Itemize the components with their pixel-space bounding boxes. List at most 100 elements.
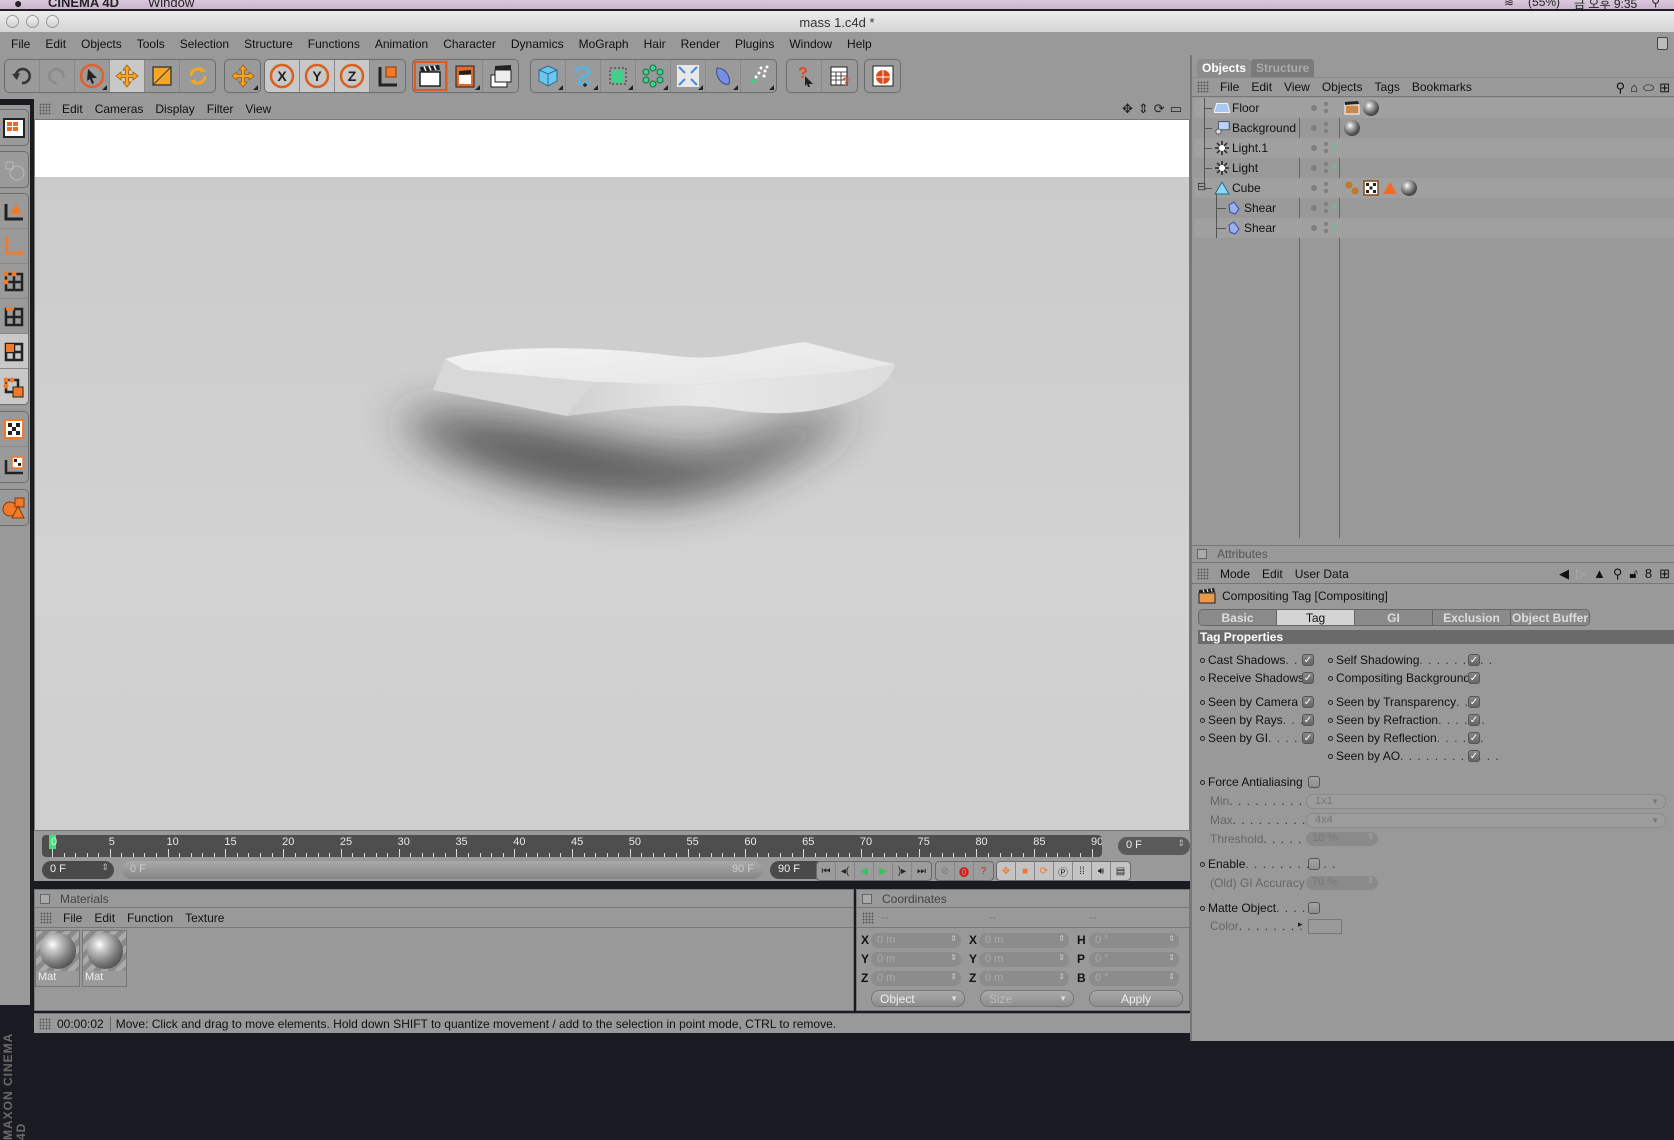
spin-arrows-icon[interactable]: ⇕ xyxy=(1058,972,1065,981)
min-frame-field[interactable]: 0 F ⇕ xyxy=(42,861,114,879)
dolly-icon[interactable]: ⇕ xyxy=(1138,101,1149,117)
animation-bullet-icon[interactable] xyxy=(1200,699,1205,705)
view-toggle-icon[interactable]: ⬭ xyxy=(1643,80,1654,96)
rotation-h-field[interactable]: 0 ° ⇕ xyxy=(1089,932,1179,948)
play-forwards-button[interactable]: ▶ xyxy=(874,862,893,880)
editor-visibility-dot[interactable] xyxy=(1324,142,1328,146)
seen-by-transparency-checkbox[interactable]: ✓ xyxy=(1468,696,1480,708)
autokey-button[interactable]: ⊘ xyxy=(936,862,955,880)
render-visibility-dot[interactable] xyxy=(1324,149,1328,153)
attributes-menu-user-data[interactable]: User Data xyxy=(1290,567,1356,581)
apply-button[interactable]: Apply xyxy=(1089,990,1183,1007)
coordinate-system-button[interactable] xyxy=(370,60,405,92)
animation-bullet-icon[interactable] xyxy=(1200,861,1205,867)
size-z-field[interactable]: 0 m ⇕ xyxy=(979,970,1069,986)
spotlight-icon[interactable]: ⚲ xyxy=(1651,0,1660,9)
layer-dot-icon[interactable] xyxy=(1311,105,1317,111)
go-to-start-button[interactable]: ⏮ xyxy=(817,862,836,880)
animation-bullet-icon[interactable] xyxy=(1328,717,1333,723)
animation-bullet-icon[interactable] xyxy=(1200,657,1205,663)
viewport-menu-edit[interactable]: Edit xyxy=(57,102,90,116)
lock-icon[interactable]: 🔓︎ xyxy=(1629,566,1637,582)
animation-bullet-icon[interactable] xyxy=(1328,657,1333,663)
timeline-ruler[interactable]: 0 5 10 15 20 25 30 35 40 45 50 55 60 65 70 75 80 85 90 xyxy=(42,835,1102,857)
link-icon[interactable]: 8 xyxy=(1645,566,1652,582)
layer-dot-icon[interactable] xyxy=(1311,185,1317,191)
object-name[interactable]: Cube xyxy=(1232,181,1261,195)
tab-objects[interactable]: Objects xyxy=(1197,59,1252,77)
add-deformer-button[interactable] xyxy=(671,60,706,92)
object-name[interactable]: Background xyxy=(1232,121,1296,135)
menu-selection[interactable]: Selection xyxy=(172,33,236,55)
back-icon[interactable]: ◀ xyxy=(1559,566,1569,582)
spin-arrows-icon[interactable]: ⇕ xyxy=(1168,953,1175,962)
wifi-icon[interactable]: ≋ xyxy=(1504,0,1514,9)
preview-range-slider[interactable]: 0 F 90 F xyxy=(122,861,762,879)
apple-icon[interactable]: ● xyxy=(14,0,22,9)
play-backwards-button[interactable]: ◀ xyxy=(855,862,874,880)
battery-level[interactable]: (55%) xyxy=(1528,0,1560,9)
add-array-button[interactable] xyxy=(636,60,671,92)
drag-grip-icon[interactable] xyxy=(862,911,874,924)
menu-tools[interactable]: Tools xyxy=(129,33,172,55)
self-shadowing-checkbox[interactable]: ✓ xyxy=(1468,654,1480,666)
enabled-check-icon[interactable]: ✓ xyxy=(1330,200,1339,213)
spin-arrows-icon[interactable]: ⇕ xyxy=(950,934,957,943)
y-axis-lock-button[interactable]: Y xyxy=(300,60,335,92)
position-y-field[interactable]: 0 m ⇕ xyxy=(871,951,961,967)
force-antialiasing-checkbox[interactable] xyxy=(1308,776,1320,788)
editor-visibility-dot[interactable] xyxy=(1324,162,1328,166)
size-mode-select[interactable]: Size ▼ xyxy=(980,990,1074,1007)
rotation-b-field[interactable]: 0 ° ⇕ xyxy=(1089,970,1179,986)
polygon-tag-icon[interactable] xyxy=(1382,180,1398,196)
menu-help[interactable]: Help xyxy=(839,33,879,55)
rotation-p-field[interactable]: 0 ° ⇕ xyxy=(1089,951,1179,967)
viewport-menu-cameras[interactable]: Cameras xyxy=(90,102,151,116)
object-name[interactable]: Light.1 xyxy=(1232,141,1268,155)
texture-mode-button[interactable] xyxy=(0,412,28,447)
phong-tag-icon[interactable] xyxy=(1344,180,1360,196)
menu-edit[interactable]: Edit xyxy=(37,33,73,55)
layer-dot-icon[interactable] xyxy=(1311,165,1317,171)
object-row-shear[interactable]: Shear ✓ xyxy=(1194,218,1674,238)
go-to-end-button[interactable]: ⏭ xyxy=(912,862,931,880)
add-cube-button[interactable] xyxy=(531,60,566,92)
seen-by-rays-checkbox[interactable]: ✓ xyxy=(1302,714,1314,726)
spin-arrows-icon[interactable]: ⇕ xyxy=(101,862,109,873)
position-x-field[interactable]: 0 m ⇕ xyxy=(871,932,961,948)
animation-bullet-icon[interactable] xyxy=(1200,905,1205,911)
new-panel-icon[interactable]: ⊞ xyxy=(1659,566,1670,582)
keyframe-selection-button[interactable]: ? xyxy=(974,862,993,880)
editor-visibility-dot[interactable] xyxy=(1324,102,1328,106)
object-row-background[interactable]: Background xyxy=(1194,118,1674,138)
panel-toggle-checkbox[interactable] xyxy=(862,893,872,904)
render-visibility-dot[interactable] xyxy=(1324,129,1328,133)
tab-basic[interactable]: Basic xyxy=(1199,610,1277,625)
x-axis-lock-button[interactable]: X xyxy=(265,60,300,92)
menu-plugins[interactable]: Plugins xyxy=(727,33,781,55)
panel-toggle-checkbox[interactable] xyxy=(1197,549,1207,559)
menu-file[interactable]: File xyxy=(3,33,37,55)
editor-visibility-dot[interactable] xyxy=(1324,202,1328,206)
size-y-field[interactable]: 0 m ⇕ xyxy=(979,951,1069,967)
rotate-tool-button[interactable] xyxy=(180,60,215,92)
object-row-floor[interactable]: Floor xyxy=(1194,98,1674,118)
render-settings-button[interactable] xyxy=(483,60,518,92)
menu-character[interactable]: Character xyxy=(435,33,503,55)
render-view-button[interactable] xyxy=(413,60,448,92)
polygons-mode-button[interactable] xyxy=(0,334,28,369)
min-samples-select[interactable]: 1x1 ▼ xyxy=(1306,794,1666,809)
menu-hair[interactable]: Hair xyxy=(636,33,673,55)
material-swatch[interactable]: Mat xyxy=(35,930,80,987)
viewport-menu-filter[interactable]: Filter xyxy=(202,102,241,116)
render-visibility-dot[interactable] xyxy=(1324,109,1328,113)
model-globe-button[interactable] xyxy=(0,152,28,187)
home-icon[interactable]: ⌂ xyxy=(1630,80,1638,96)
material-swatch[interactable]: Mat xyxy=(82,930,127,987)
add-particle-button[interactable] xyxy=(741,60,776,92)
3d-viewport[interactable] xyxy=(34,119,1190,831)
animation-bullet-icon[interactable] xyxy=(1200,735,1205,741)
render-picture-viewer-button[interactable] xyxy=(448,60,483,92)
window-menu[interactable]: Window xyxy=(148,0,194,9)
viewport-menu-display[interactable]: Display xyxy=(150,102,201,116)
